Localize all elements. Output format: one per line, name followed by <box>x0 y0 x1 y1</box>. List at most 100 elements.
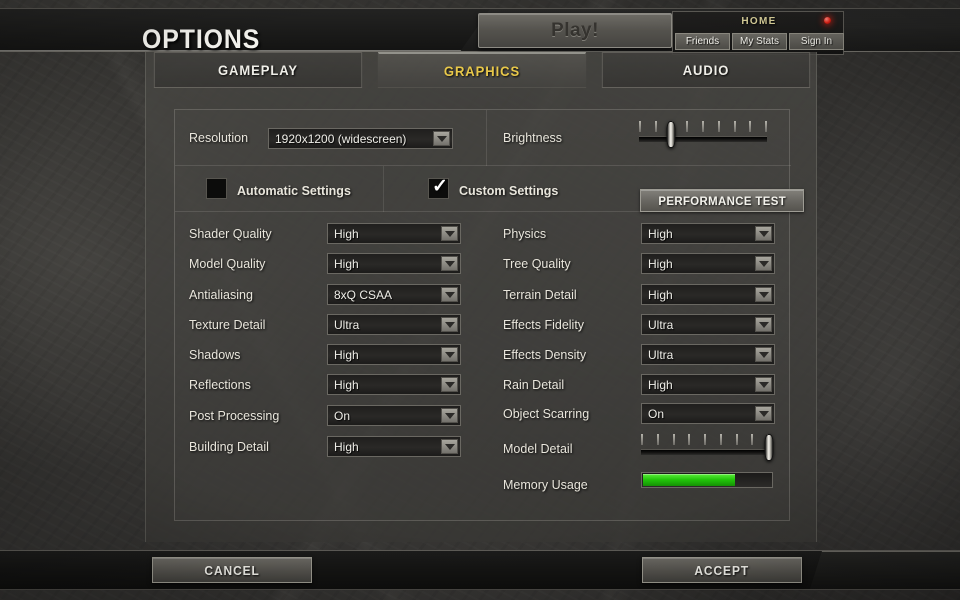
friends-button[interactable]: Friends <box>675 33 730 50</box>
model-detail-slider[interactable] <box>641 434 774 462</box>
texture-detail-dropdown[interactable]: Ultra <box>327 314 461 335</box>
cancel-button[interactable]: CANCEL <box>152 557 312 583</box>
brightness-label: Brightness <box>503 131 563 145</box>
physics-dropdown[interactable]: High <box>641 223 775 244</box>
effects-fidelity-dropdown[interactable]: Ultra <box>641 314 775 335</box>
play-button[interactable]: Play! <box>478 13 672 48</box>
chevron-down-icon <box>755 377 772 392</box>
resolution-value: 1920x1200 (widescreen) <box>275 131 407 146</box>
account-links: Friends My Stats Sign In <box>675 33 844 50</box>
options-main-panel: GAMEPLAY GRAPHICS AUDIO Resolution 1920x… <box>145 52 817 542</box>
building-detail-dropdown[interactable]: High <box>327 436 461 457</box>
chevron-down-icon <box>755 226 772 241</box>
model-quality-label: Model Quality <box>189 257 266 271</box>
chevron-down-icon <box>441 256 458 271</box>
reflections-dropdown[interactable]: High <box>327 374 461 395</box>
graphics-settings-content: Resolution 1920x1200 (widescreen) Bright… <box>174 109 804 521</box>
tab-audio[interactable]: AUDIO <box>601 52 811 88</box>
performance-test-label: PERFORMANCE TEST <box>658 193 786 208</box>
bottom-wedge <box>810 551 960 589</box>
chevron-down-icon <box>441 226 458 241</box>
antialiasing-label: Antialiasing <box>189 288 253 302</box>
tree-quality-value: High <box>648 256 673 271</box>
chevron-down-icon <box>441 408 458 423</box>
mode-row-divider <box>383 166 384 212</box>
rain-detail-label: Rain Detail <box>503 378 565 392</box>
shadows-dropdown[interactable]: High <box>327 344 461 365</box>
sign-in-button[interactable]: Sign In <box>789 33 844 50</box>
tree-quality-dropdown[interactable]: High <box>641 253 775 274</box>
terrain-detail-label: Terrain Detail <box>503 288 577 302</box>
tab-gameplay[interactable]: GAMEPLAY <box>153 52 363 88</box>
effects-fidelity-label: Effects Fidelity <box>503 318 585 332</box>
physics-value: High <box>648 226 673 241</box>
shader-quality-label: Shader Quality <box>189 227 272 241</box>
object-scarring-label: Object Scarring <box>503 407 590 421</box>
account-home-label: HOME <box>741 16 777 27</box>
brightness-slider[interactable] <box>639 121 767 149</box>
checkmark-icon: ✓ <box>432 176 448 197</box>
shadows-label: Shadows <box>189 348 241 362</box>
shader-quality-dropdown[interactable]: High <box>327 223 461 244</box>
post-processing-label: Post Processing <box>189 409 280 423</box>
post-processing-value: On <box>334 408 351 423</box>
reflections-label: Reflections <box>189 378 251 392</box>
chevron-down-icon <box>433 131 450 146</box>
account-panel: HOME Friends My Stats Sign In <box>672 11 844 55</box>
model-quality-dropdown[interactable]: High <box>327 253 461 274</box>
brightness-slider-handle[interactable] <box>666 121 676 148</box>
top-header-bar: OPTIONS Play! HOME Friends My Stats Sign… <box>0 8 960 55</box>
automatic-settings-label: Automatic Settings <box>237 184 351 198</box>
automatic-settings-checkbox[interactable] <box>206 178 227 199</box>
custom-settings-checkbox[interactable]: ✓ <box>428 176 449 199</box>
model-detail-slider-ticks <box>641 434 769 447</box>
settings-mode-row: Automatic Settings ✓ Custom Settings PER… <box>175 166 804 212</box>
terrain-detail-dropdown[interactable]: High <box>641 284 775 305</box>
memory-usage-fill <box>643 474 735 486</box>
resolution-label: Resolution <box>189 131 249 145</box>
resolution-dropdown[interactable]: 1920x1200 (widescreen) <box>268 128 453 149</box>
rain-detail-dropdown[interactable]: High <box>641 374 775 395</box>
chevron-down-icon <box>755 317 772 332</box>
post-processing-dropdown[interactable]: On <box>327 405 461 426</box>
options-screen: OPTIONS Play! HOME Friends My Stats Sign… <box>0 0 960 600</box>
performance-test-button[interactable]: PERFORMANCE TEST <box>640 189 804 212</box>
shadows-value: High <box>334 347 359 362</box>
antialiasing-dropdown[interactable]: 8xQ CSAA <box>327 284 461 305</box>
model-quality-value: High <box>334 256 359 271</box>
rain-detail-value: High <box>648 377 673 392</box>
chevron-down-icon <box>755 287 772 302</box>
effects-density-value: Ultra <box>648 347 674 362</box>
texture-detail-value: Ultra <box>334 317 360 332</box>
accept-button-label: ACCEPT <box>694 562 750 578</box>
my-stats-button[interactable]: My Stats <box>732 33 787 50</box>
building-detail-label: Building Detail <box>189 440 269 454</box>
memory-usage-bar <box>641 472 773 488</box>
shader-quality-value: High <box>334 226 359 241</box>
physics-label: Physics <box>503 227 547 241</box>
cancel-button-label: CANCEL <box>204 562 260 578</box>
tree-quality-label: Tree Quality <box>503 257 571 271</box>
model-detail-slider-track <box>641 449 769 455</box>
tab-bar: GAMEPLAY GRAPHICS AUDIO <box>146 52 818 88</box>
page-title: OPTIONS <box>142 24 261 54</box>
brightness-slider-ticks <box>639 121 767 134</box>
reflections-value: High <box>334 377 359 392</box>
chevron-down-icon <box>755 406 772 421</box>
object-scarring-value: On <box>648 406 665 421</box>
building-detail-value: High <box>334 439 359 454</box>
memory-usage-label: Memory Usage <box>503 478 588 492</box>
chevron-down-icon <box>441 317 458 332</box>
tab-graphics[interactable]: GRAPHICS <box>377 52 587 88</box>
model-detail-label: Model Detail <box>503 442 573 456</box>
chevron-down-icon <box>755 347 772 362</box>
chevron-down-icon <box>441 439 458 454</box>
effects-density-dropdown[interactable]: Ultra <box>641 344 775 365</box>
accept-button[interactable]: ACCEPT <box>642 557 802 583</box>
bottom-action-bar: CANCEL ACCEPT <box>0 550 960 590</box>
object-scarring-dropdown[interactable]: On <box>641 403 775 424</box>
effects-density-label: Effects Density <box>503 348 587 362</box>
terrain-detail-value: High <box>648 287 673 302</box>
model-detail-slider-handle[interactable] <box>764 434 774 461</box>
antialiasing-value: 8xQ CSAA <box>334 287 393 302</box>
